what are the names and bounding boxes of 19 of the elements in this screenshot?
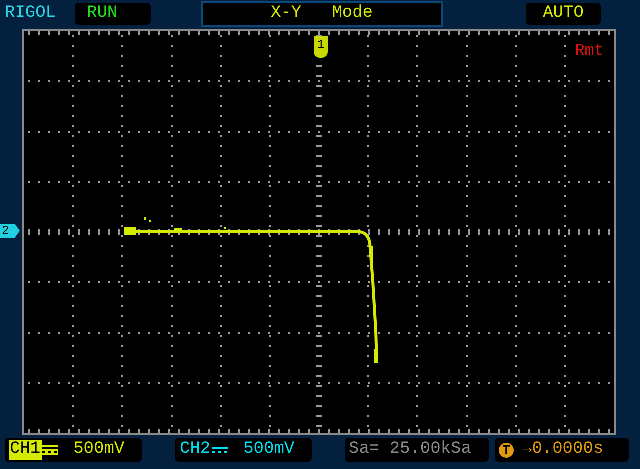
dc-coupling-icon (212, 445, 228, 455)
remote-indicator: Rmt (575, 41, 604, 62)
dc-coupling-icon (42, 445, 58, 455)
channel-label: CH1 (9, 440, 42, 460)
trigger-mode: AUTO (526, 3, 601, 25)
sample-rate: Sa= 25.00kSa (345, 438, 489, 462)
channel-marker[interactable]: 2 (0, 224, 20, 238)
trigger-marker[interactable]: 1 (314, 36, 328, 58)
channel-readout[interactable]: CH2 500mV (175, 438, 312, 462)
volts-per-div: 500mV (244, 439, 295, 462)
trigger-symbol: T (499, 442, 514, 458)
run-status: RUN (75, 3, 151, 25)
trigger-readout[interactable]: T →0.0000s (495, 438, 629, 462)
channel-label: CH2 (179, 440, 212, 460)
channel-readout[interactable]: CH1 500mV (5, 438, 142, 462)
brand-label: RIGOL (5, 3, 58, 26)
mode-title: X-Y Mode (201, 1, 443, 27)
trigger-position: →0.0000s (522, 439, 604, 462)
volts-per-div: 500mV (74, 439, 125, 462)
